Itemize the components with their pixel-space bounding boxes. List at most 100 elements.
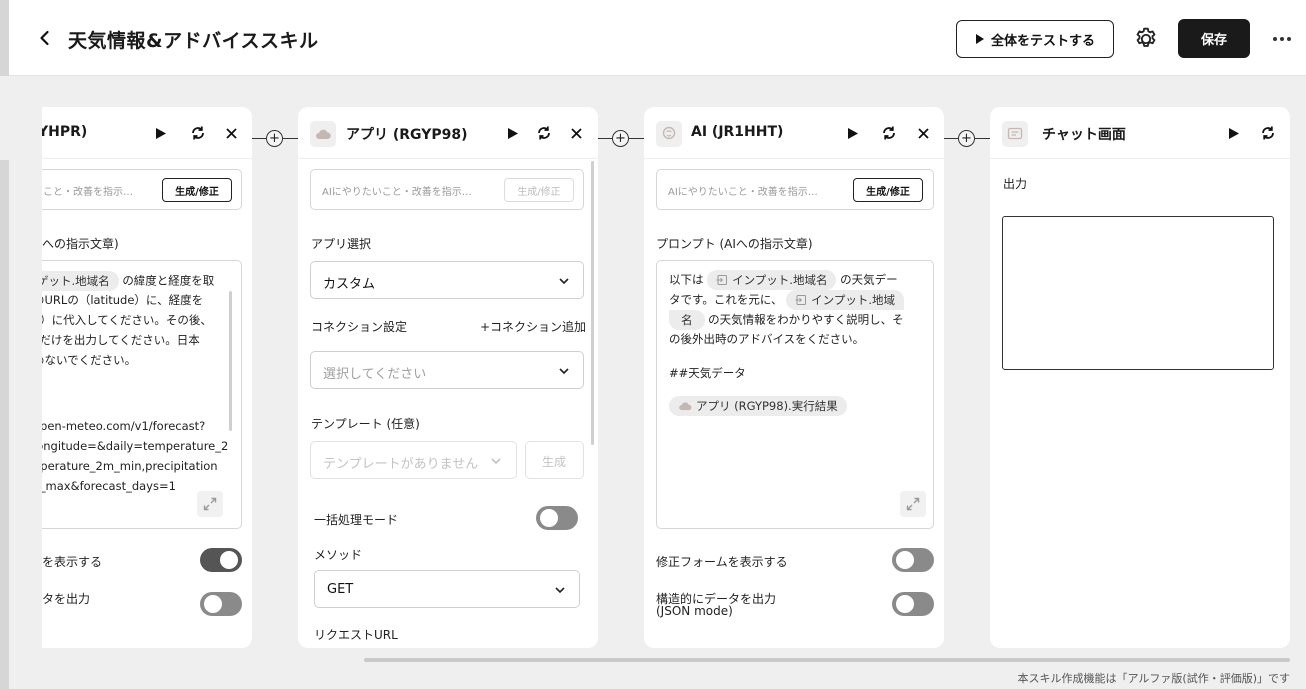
test-all-button[interactable]: 全体をテストする xyxy=(956,20,1114,58)
batch-mode-label: 一括処理モード xyxy=(314,513,399,527)
refresh-icon[interactable] xyxy=(189,124,207,142)
chip-label: インプット.地域名 xyxy=(732,273,828,287)
structured-output-toggle[interactable] xyxy=(892,592,934,616)
play-icon xyxy=(975,33,985,45)
save-button[interactable]: 保存 xyxy=(1178,19,1250,58)
prompt-line: めないでください。 xyxy=(42,353,137,367)
test-all-label: 全体をテストする xyxy=(990,33,1095,49)
show-form-label: 修正フォームを表示する xyxy=(656,555,788,569)
template-generate-button[interactable]: 生成 xyxy=(525,441,584,479)
left-edge-strip-lower xyxy=(0,160,9,689)
instruction-placeholder: こと・改善を指示… xyxy=(43,187,133,198)
show-form-toggle[interactable] xyxy=(200,548,242,572)
template-generate-label: 生成 xyxy=(542,455,567,469)
method-label: メソッド xyxy=(314,548,363,562)
play-icon[interactable] xyxy=(1225,124,1243,142)
play-icon[interactable] xyxy=(844,124,862,142)
play-icon[interactable] xyxy=(504,124,522,142)
node-card-chat: チャット画面 出力 xyxy=(990,107,1290,648)
json-mode-label: (JSON mode) xyxy=(656,604,733,618)
instruction-input[interactable]: AIにやりたいこと・改善を指示… 生成/修正 xyxy=(656,169,934,210)
app-result-chip: アプリ (RGYP98).実行結果 xyxy=(669,396,847,416)
connection-label: コネクション設定 xyxy=(311,320,408,334)
add-connection-link[interactable]: +コネクション追加 xyxy=(480,318,586,335)
chevron-down-icon xyxy=(558,365,570,377)
app-select[interactable]: カスタム xyxy=(310,261,584,299)
prompt-editor[interactable]: ゲット.地域名 の緯度と経度を取 のURLの（latitude）に、経度を e）… xyxy=(42,260,242,529)
node-card-app: アプリ (RGYP98) AIにやりたいこと・改善を指示… 生成/修正 アプリ選… xyxy=(298,107,598,648)
method-select[interactable]: GET xyxy=(314,570,580,608)
instruction-input[interactable]: AIにやりたいこと・改善を指示… 生成/修正 xyxy=(310,169,584,210)
input-variable-chip: ゲット.地域名 xyxy=(42,271,119,291)
chevron-left-icon[interactable] xyxy=(34,27,56,49)
add-node-button[interactable]: + xyxy=(266,130,283,147)
play-icon[interactable] xyxy=(152,124,170,142)
prompt-line: longitude=&daily=temperature_2 xyxy=(42,439,229,453)
cloud-icon xyxy=(678,401,692,411)
plus-icon: + xyxy=(615,131,626,146)
template-select[interactable]: テンプレートがありません xyxy=(310,441,517,479)
expand-icon[interactable] xyxy=(197,491,223,517)
page-title: 天気情報&アドバイススキル xyxy=(68,30,319,52)
prompt-editor[interactable]: 以下は インプット.地域名 の天気デー タです。これを元に、 インプット.地域 … xyxy=(656,260,934,529)
node-card-api-left: YHPR) こと・改善を指示… 生成/修正 への指示文章) ゲット.地域名 の緯… xyxy=(42,107,252,648)
refresh-icon[interactable] xyxy=(1259,124,1277,142)
more-horizontal-icon[interactable] xyxy=(1270,29,1294,49)
cloud-icon xyxy=(310,121,336,147)
prompt-heading: ##天気データ xyxy=(669,366,746,380)
app-select-value: カスタム xyxy=(323,277,376,292)
horizontal-scrollbar[interactable] xyxy=(364,658,1290,662)
scrollbar[interactable] xyxy=(229,291,232,431)
prompt-line: open-meteo.com/v1/forecast? xyxy=(42,419,206,433)
close-icon[interactable] xyxy=(914,124,932,142)
node-card-ai: AI (JR1HHT) AIにやりたいこと・改善を指示… 生成/修正 プロンプト… xyxy=(644,107,944,648)
chat-icon xyxy=(1002,121,1028,147)
prompt-line: の緯度と経度を取 xyxy=(122,273,215,288)
prompt-line: nperature_2m_min,precipitation xyxy=(42,459,218,473)
input-variable-chip: インプット.地域 xyxy=(786,290,904,310)
add-node-button[interactable]: + xyxy=(612,130,629,147)
input-icon xyxy=(795,294,807,306)
structured-output-label: タを出力 xyxy=(42,592,91,606)
prompt-text: 以下は xyxy=(669,272,704,287)
node-title: チャット画面 xyxy=(1042,127,1126,143)
prompt-text: の天気デー xyxy=(840,272,898,287)
input-icon xyxy=(716,274,728,286)
gear-icon[interactable] xyxy=(1133,26,1159,52)
app-header: 天気情報&アドバイススキル 全体をテストする 保存 xyxy=(0,0,1306,76)
connection-placeholder: 選択してください xyxy=(323,367,427,382)
generate-button[interactable]: 生成/修正 xyxy=(162,178,232,202)
node-header: アプリ (RGYP98) xyxy=(298,107,598,159)
prompt-line: のURLの（latitude）に、経度を xyxy=(42,293,204,307)
node-title: AI (JR1HHT) xyxy=(691,124,784,140)
generate-button[interactable]: 生成/修正 xyxy=(504,178,574,202)
close-icon[interactable] xyxy=(222,124,240,142)
show-form-toggle[interactable] xyxy=(892,548,934,572)
prompt-text: の後外出時のアドバイスをください。 xyxy=(669,332,865,346)
left-edge-strip xyxy=(0,0,9,76)
batch-mode-toggle[interactable] xyxy=(536,506,578,530)
chip-label: インプット.地域 xyxy=(811,293,895,307)
node-title: YHPR) xyxy=(42,124,88,140)
plus-icon: + xyxy=(961,131,972,146)
generate-button[interactable]: 生成/修正 xyxy=(853,178,923,202)
method-value: GET xyxy=(327,582,354,597)
structured-output-toggle[interactable] xyxy=(200,592,242,616)
template-label: テンプレート (任意) xyxy=(311,417,420,431)
instruction-input[interactable]: こと・改善を指示… 生成/修正 xyxy=(42,169,242,210)
add-node-button[interactable]: + xyxy=(958,130,975,147)
expand-icon[interactable] xyxy=(900,491,926,517)
connection-select[interactable]: 選択してください xyxy=(310,351,584,389)
scrollbar[interactable] xyxy=(591,161,594,445)
refresh-icon[interactable] xyxy=(535,124,553,142)
input-variable-chip-continued: 名 xyxy=(669,310,705,330)
input-variable-chip: インプット.地域名 xyxy=(707,270,837,290)
footer-note: 本スキル作成機能は「アルファ版(試作・評価版)」です xyxy=(1017,672,1290,685)
show-form-label: を表示する xyxy=(42,555,103,569)
template-placeholder: テンプレートがありません xyxy=(323,457,479,472)
output-area[interactable] xyxy=(1002,216,1274,370)
prompt-line: e）に代入してください。その後、 xyxy=(42,313,212,327)
refresh-icon[interactable] xyxy=(880,124,898,142)
close-icon[interactable] xyxy=(567,124,585,142)
node-header: チャット画面 xyxy=(990,107,1290,159)
